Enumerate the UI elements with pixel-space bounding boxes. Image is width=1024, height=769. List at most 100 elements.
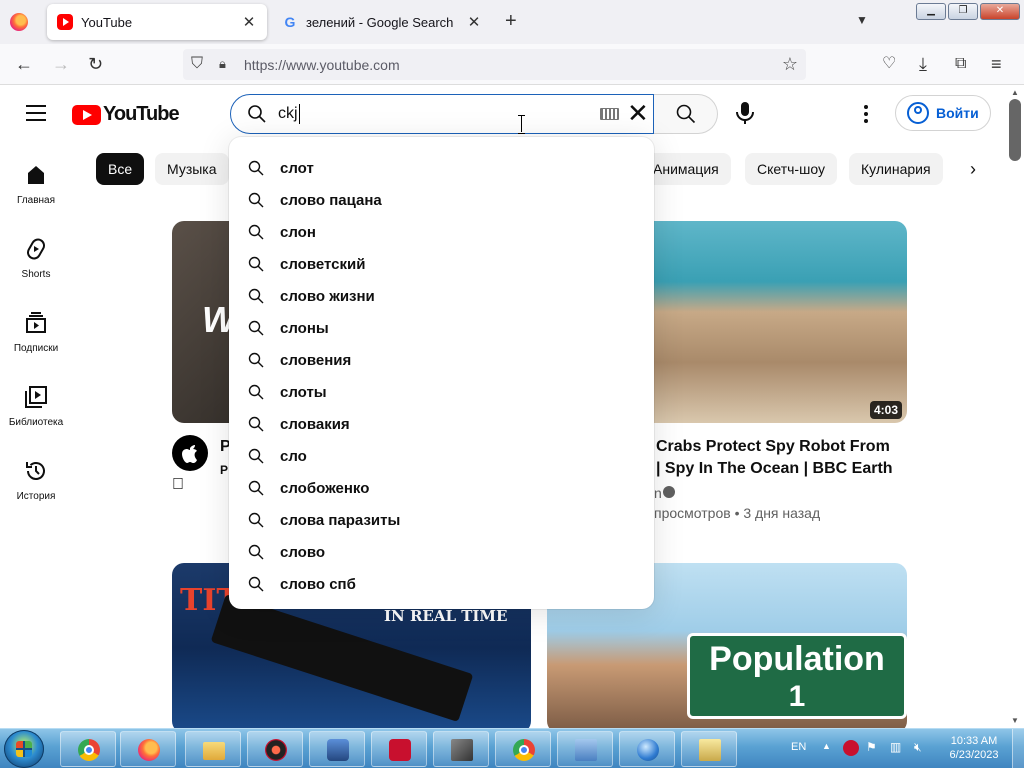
scrollbar-thumb[interactable] xyxy=(1009,99,1021,161)
search-suggestion[interactable]: слова паразиты xyxy=(229,504,654,536)
sidebar-item-history[interactable]: История xyxy=(0,459,72,502)
search-button[interactable] xyxy=(654,94,718,134)
taskbar-explorer[interactable] xyxy=(185,731,241,767)
search-icon xyxy=(248,384,264,400)
firefox-icon xyxy=(138,739,160,761)
pocket-icon[interactable]: ♡ xyxy=(882,54,896,74)
list-all-tabs-button[interactable]: ▼ xyxy=(856,13,868,27)
volume-muted-icon[interactable]: 🔇︎ xyxy=(914,740,930,756)
sidebar-item-subscriptions[interactable]: Подписки xyxy=(0,311,72,354)
microphone-icon[interactable] xyxy=(734,101,756,125)
search-suggestion[interactable]: слон xyxy=(229,216,654,248)
new-tab-button[interactable]: + xyxy=(505,11,517,31)
youtube-logo[interactable]: YouTube xyxy=(72,103,180,126)
url-text[interactable]: https://www.youtube.com xyxy=(244,57,400,73)
search-suggestion[interactable]: слово xyxy=(229,536,654,568)
chip-sketch-show[interactable]: Скетч-шоу xyxy=(745,153,837,185)
guide-menu-icon[interactable] xyxy=(26,105,46,126)
clear-search-icon[interactable]: ✕ xyxy=(627,99,649,127)
video-title[interactable]: Crabs Protect Spy Robot From xyxy=(656,438,890,456)
app-menu-icon[interactable]: ≡ xyxy=(991,54,1002,74)
close-window-button[interactable]: ✕ xyxy=(980,3,1020,20)
keyboard-icon[interactable] xyxy=(600,108,619,120)
taskbar-chrome[interactable] xyxy=(60,731,116,767)
start-button[interactable] xyxy=(4,730,44,768)
show-desktop-button[interactable] xyxy=(1012,729,1024,769)
channel-name[interactable]: n xyxy=(654,485,662,501)
lock-icon[interactable]: 🔒︎ xyxy=(219,56,226,72)
search-suggestion[interactable]: слово спб xyxy=(229,568,654,600)
page-scrollbar[interactable]: ▲ ▼ xyxy=(1006,85,1024,728)
search-suggestion[interactable]: слобоженко xyxy=(229,472,654,504)
tab-youtube[interactable]: YouTube ✕ xyxy=(47,4,267,40)
scroll-down-icon[interactable]: ▼ xyxy=(1011,716,1019,725)
video-title-line2[interactable]: | Spy In The Ocean | BBC Earth xyxy=(656,460,893,478)
tray-flag-icon[interactable]: ⚑ xyxy=(866,740,882,756)
search-input[interactable]: ckj ✕ xyxy=(230,94,654,134)
tray-app-icon[interactable] xyxy=(843,740,859,756)
sidebar-item-home[interactable]: Главная xyxy=(0,163,72,206)
suggestion-text: слобоженко xyxy=(280,479,370,497)
taskbar-screen-recorder[interactable] xyxy=(371,731,427,767)
search-icon xyxy=(676,104,696,124)
scroll-up-icon[interactable]: ▲ xyxy=(1011,88,1019,97)
reload-icon[interactable]: ↻ xyxy=(88,54,103,74)
signin-label: Войти xyxy=(936,105,979,121)
restore-button[interactable]: ❐ xyxy=(948,3,978,20)
search-suggestion[interactable]: слово жизни xyxy=(229,280,654,312)
keyboard-app-icon xyxy=(699,739,721,761)
search-suggestion[interactable]: слово пацана xyxy=(229,184,654,216)
close-tab-icon[interactable]: ✕ xyxy=(466,13,482,31)
extensions-icon[interactable]: ⧉ xyxy=(955,54,966,74)
sidebar-item-library[interactable]: Библиотека xyxy=(0,385,72,428)
network-icon[interactable]: ▥ xyxy=(890,740,906,756)
bookmark-star-icon[interactable]: ☆ xyxy=(782,54,798,75)
back-arrow-icon[interactable]: ← xyxy=(15,54,33,74)
chevron-right-icon[interactable]: › xyxy=(970,159,976,180)
search-suggestion[interactable]: словетский xyxy=(229,248,654,280)
chip-all[interactable]: Все xyxy=(96,153,145,185)
chip-music[interactable]: Музыка xyxy=(155,153,229,185)
taskbar-network[interactable] xyxy=(619,731,675,767)
search-icon xyxy=(248,192,264,208)
address-bar[interactable]: ⛉ 🔒︎ https://www.youtube.com ☆ xyxy=(183,49,806,80)
close-tab-icon[interactable]: ✕ xyxy=(241,13,257,31)
sidebar-item-shorts[interactable]: Shorts xyxy=(0,237,72,280)
taskbar-control-panel[interactable] xyxy=(557,731,613,767)
signin-button[interactable]: Войти xyxy=(895,95,991,131)
channel-name[interactable]: P xyxy=(220,463,228,477)
folder-icon xyxy=(203,742,225,760)
downloads-icon[interactable]: ⤓ xyxy=(919,54,927,74)
system-clock[interactable]: 10:33 AM 6/23/2023 xyxy=(944,734,1004,762)
taskbar-app-box[interactable] xyxy=(433,731,489,767)
search-icon xyxy=(248,512,264,528)
channel-avatar-apple[interactable] xyxy=(172,435,208,471)
taskbar-firefox[interactable] xyxy=(120,731,176,767)
search-icon xyxy=(248,288,264,304)
settings-more-icon[interactable] xyxy=(864,105,868,126)
search-suggestion[interactable]: слот xyxy=(229,152,654,184)
search-icon xyxy=(248,416,264,432)
search-suggestion[interactable]: сло xyxy=(229,440,654,472)
sidebar-item-label: История xyxy=(16,491,56,502)
suggestion-text: слоны xyxy=(280,319,329,337)
chip-animation[interactable]: Анимация xyxy=(641,153,731,185)
taskbar-chrome-2[interactable] xyxy=(495,731,551,767)
search-suggestion[interactable]: слоны xyxy=(229,312,654,344)
suggestion-text: слон xyxy=(280,223,316,241)
taskbar-app-red[interactable] xyxy=(247,731,303,767)
search-suggestion[interactable]: словакия xyxy=(229,408,654,440)
suggestion-text: слово xyxy=(280,543,326,561)
tracking-shield-icon[interactable]: ⛉ xyxy=(191,55,203,73)
search-suggestion[interactable]: слоты xyxy=(229,376,654,408)
chip-cooking[interactable]: Кулинария xyxy=(849,153,943,185)
taskbar-app-blue[interactable] xyxy=(309,731,365,767)
forward-arrow-icon[interactable]: → xyxy=(52,54,70,74)
search-query-text[interactable]: ckj xyxy=(278,105,298,123)
minimize-button[interactable]: ▁ xyxy=(916,3,946,20)
language-indicator[interactable]: EN xyxy=(791,741,806,753)
search-suggestion[interactable]: словения xyxy=(229,344,654,376)
show-hidden-icons-icon[interactable]: ▲ xyxy=(822,741,831,751)
tab-google-search[interactable]: G зелений - Google Search ✕ xyxy=(272,4,492,40)
taskbar-keyboard-app[interactable] xyxy=(681,731,737,767)
